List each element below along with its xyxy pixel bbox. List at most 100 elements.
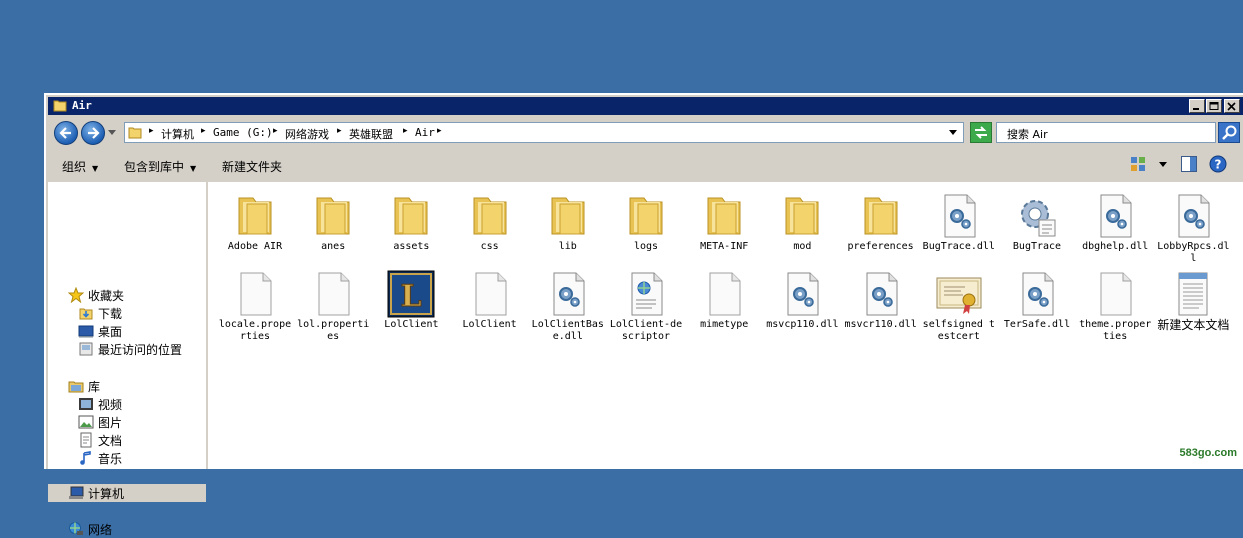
new-folder-button[interactable]: 新建文件夹 bbox=[222, 158, 282, 175]
nav-label: 库 bbox=[88, 378, 100, 395]
minimize-icon bbox=[1192, 102, 1202, 110]
breadcrumb-network-games[interactable]: 网络游戏 bbox=[285, 126, 329, 142]
breadcrumb-drive-g[interactable]: Game (G:) bbox=[213, 126, 273, 139]
breadcrumb-separator[interactable]: ▸ bbox=[403, 126, 408, 136]
back-button[interactable] bbox=[54, 121, 78, 145]
folder-icon bbox=[128, 126, 142, 139]
file-item[interactable]: 新建文本文档 bbox=[1154, 270, 1232, 331]
nav-label: 收藏夹 bbox=[88, 287, 124, 304]
file-name: locale.properties bbox=[216, 319, 294, 343]
file-item[interactable]: BugTrace bbox=[998, 192, 1076, 253]
file-item[interactable]: msvcp110.dll bbox=[763, 270, 841, 331]
file-item[interactable]: LolClient bbox=[451, 270, 529, 331]
file-item[interactable]: dbghelp.dll bbox=[1076, 192, 1154, 253]
address-bar[interactable]: ▸ 计算机 ▸ Game (G:) ▸ 网络游戏 ▸ 英雄联盟 ▸ Air ▸ bbox=[124, 122, 964, 143]
include-in-library-label: 包含到库中 bbox=[124, 160, 184, 174]
forward-button[interactable] bbox=[81, 121, 105, 145]
search-input[interactable]: 搜索 Air bbox=[996, 122, 1216, 143]
file-item[interactable]: selfsigned testcert bbox=[920, 270, 998, 343]
video-icon bbox=[78, 396, 94, 412]
folder-icon bbox=[231, 192, 279, 240]
minimize-button[interactable] bbox=[1189, 99, 1205, 113]
file-item[interactable]: theme.properties bbox=[1076, 270, 1154, 343]
file-name: dbghelp.dll bbox=[1076, 241, 1154, 253]
breadcrumb-separator[interactable]: ▸ bbox=[149, 126, 154, 136]
breadcrumb-separator[interactable]: ▸ bbox=[201, 126, 206, 136]
file-item[interactable]: LolClient-descriptor bbox=[607, 270, 685, 343]
folder-icon bbox=[53, 99, 67, 112]
title-bar[interactable]: Air bbox=[48, 97, 1243, 115]
file-item[interactable]: META-INF bbox=[685, 192, 763, 253]
folder-icon bbox=[387, 192, 435, 240]
recent-pages-dropdown-icon[interactable] bbox=[108, 130, 116, 136]
svg-text:L: L bbox=[401, 279, 422, 314]
file-item[interactable]: BugTrace.dll bbox=[920, 192, 998, 253]
file-item[interactable]: LobbyRpcs.dll bbox=[1154, 192, 1232, 265]
organize-label: 组织 bbox=[62, 160, 86, 174]
recent-places-icon bbox=[78, 341, 94, 357]
file-name: Adobe AIR bbox=[216, 241, 294, 253]
file-name: selfsigned testcert bbox=[920, 319, 998, 343]
close-button[interactable] bbox=[1224, 99, 1240, 113]
address-history-dropdown-icon[interactable] bbox=[949, 130, 957, 136]
gear-icon bbox=[1013, 192, 1061, 240]
breadcrumb-air[interactable]: Air bbox=[415, 126, 435, 139]
refresh-icon bbox=[974, 126, 988, 139]
view-dropdown-icon[interactable] bbox=[1159, 162, 1167, 168]
folder-icon bbox=[309, 192, 357, 240]
file-name: LobbyRpcs.dll bbox=[1154, 241, 1232, 265]
xml-document-icon bbox=[622, 270, 670, 318]
file-item[interactable]: css bbox=[451, 192, 529, 253]
help-icon[interactable]: ? bbox=[1209, 155, 1227, 173]
breadcrumb-computer[interactable]: 计算机 bbox=[161, 126, 194, 142]
dll-file-icon bbox=[1013, 270, 1061, 318]
nav-label: 视频 bbox=[98, 396, 122, 413]
file-name: lib bbox=[529, 241, 607, 253]
file-name: theme.properties bbox=[1076, 319, 1154, 343]
dll-file-icon bbox=[857, 270, 905, 318]
breadcrumb-separator[interactable]: ▸ bbox=[337, 126, 342, 136]
window-title: Air bbox=[72, 99, 92, 112]
file-item[interactable]: assets bbox=[372, 192, 450, 253]
breadcrumb-league-of-legends[interactable]: 英雄联盟 bbox=[349, 126, 393, 142]
file-item[interactable]: mod bbox=[763, 192, 841, 253]
file-item[interactable]: locale.properties bbox=[216, 270, 294, 343]
change-view-icon[interactable] bbox=[1130, 156, 1146, 172]
explorer-window: Air ▸ 计算机 ▸ Game (G:) ▸ 网络游戏 bbox=[44, 93, 1243, 469]
file-item[interactable]: anes bbox=[294, 192, 372, 253]
music-icon bbox=[78, 450, 94, 466]
blank-file-icon bbox=[700, 270, 748, 318]
dll-file-icon bbox=[1169, 192, 1217, 240]
file-name: BugTrace bbox=[998, 241, 1076, 253]
file-item[interactable]: msvcr110.dll bbox=[842, 270, 920, 331]
refresh-button[interactable] bbox=[970, 122, 992, 143]
file-name: BugTrace.dll bbox=[920, 241, 998, 253]
computer-icon bbox=[68, 485, 84, 501]
include-in-library-button[interactable]: 包含到库中▼ bbox=[124, 158, 196, 175]
arrow-left-icon bbox=[59, 126, 73, 140]
file-item[interactable]: TerSafe.dll bbox=[998, 270, 1076, 331]
breadcrumb-separator[interactable]: ▸ bbox=[437, 126, 442, 136]
library-icon bbox=[68, 378, 84, 394]
organize-button[interactable]: 组织▼ bbox=[62, 158, 98, 175]
search-placeholder: 搜索 Air bbox=[1007, 126, 1048, 142]
file-item[interactable]: LLolClient bbox=[372, 270, 450, 331]
network-icon bbox=[68, 521, 84, 537]
file-item[interactable]: preferences bbox=[842, 192, 920, 253]
nav-label: 计算机 bbox=[88, 485, 124, 502]
file-item[interactable]: lib bbox=[529, 192, 607, 253]
file-name: lol.properties bbox=[294, 319, 372, 343]
maximize-button[interactable] bbox=[1206, 99, 1222, 113]
svg-text:?: ? bbox=[1215, 158, 1222, 172]
file-item[interactable]: mimetype bbox=[685, 270, 763, 331]
breadcrumb-separator[interactable]: ▸ bbox=[273, 126, 278, 136]
file-item[interactable]: Adobe AIR bbox=[216, 192, 294, 253]
file-name: msvcp110.dll bbox=[763, 319, 841, 331]
preview-pane-icon[interactable] bbox=[1181, 156, 1197, 172]
search-button[interactable] bbox=[1218, 122, 1240, 143]
blank-file-icon bbox=[309, 270, 357, 318]
search-icon bbox=[1222, 125, 1237, 140]
file-item[interactable]: LolClientBase.dll bbox=[529, 270, 607, 343]
file-item[interactable]: lol.properties bbox=[294, 270, 372, 343]
file-item[interactable]: logs bbox=[607, 192, 685, 253]
